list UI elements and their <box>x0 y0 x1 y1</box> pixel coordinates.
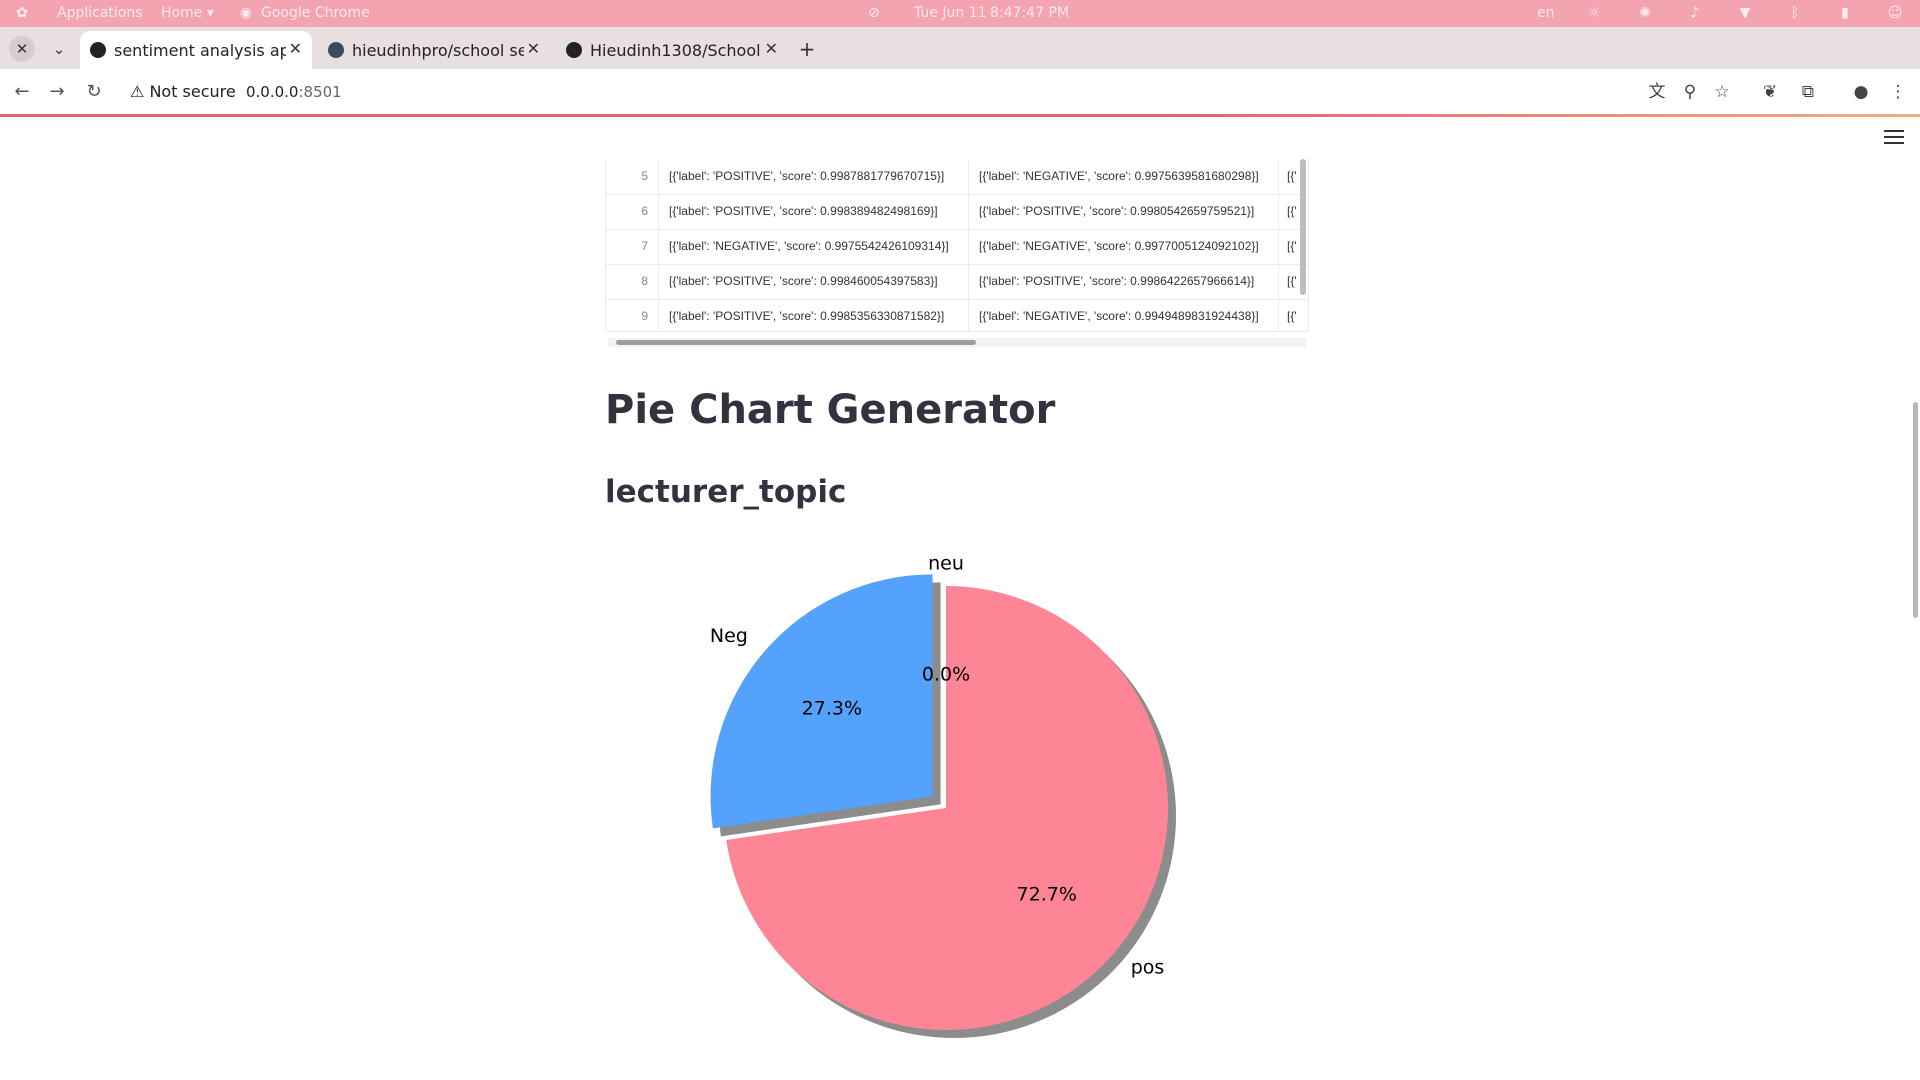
new-tab-plus-icon[interactable]: + <box>794 36 820 62</box>
table-cell[interactable]: [{'label': 'NEGATIVE', 'score': 0.997700… <box>968 229 1278 264</box>
tab-search-chevron-icon[interactable]: ⌄ <box>46 36 72 62</box>
tab-label: hieudinhpro/school se <box>352 41 524 60</box>
bookmark-star-icon[interactable]: ☆ <box>1710 80 1734 104</box>
pie-pct-pos: 72.7% <box>1017 884 1077 906</box>
battery-icon[interactable]: ▮ <box>1836 4 1854 22</box>
row-index: 9 <box>641 309 648 323</box>
table-vertical-scrollbar[interactable] <box>1300 159 1306 295</box>
table-horizontal-scrollbar[interactable] <box>608 338 1306 347</box>
table-cell[interactable]: [{'label': 'POSITIVE', 'score': 0.998535… <box>658 299 968 331</box>
tab-label: Hieudinh1308/School <box>590 41 761 60</box>
clock-date[interactable]: Tue Jun 11 <box>914 5 987 21</box>
back-arrow-icon[interactable]: ← <box>10 80 34 104</box>
chrome-menu-icon[interactable]: ⋮ <box>1886 80 1910 104</box>
table-cell[interactable]: [{'label': 'POSITIVE', 'score': 0.998054… <box>968 194 1278 229</box>
pie-chart: neu 0.0% Neg 27.3% pos 72.7% <box>710 552 1176 1038</box>
table-cell[interactable]: [{'label': 'POSITIVE', 'score': 0.998788… <box>658 159 968 194</box>
table-cell[interactable]: [{'label': 'NEGATIVE', 'score': 0.994948… <box>968 299 1278 331</box>
page-title: Pie Chart Generator <box>605 387 1056 433</box>
night-light-icon[interactable]: ✺ <box>1636 4 1654 22</box>
system-top-bar: ✿ Applications Home ▾ ◉ Google Chrome ⊘ … <box>0 0 1920 27</box>
zoom-icon[interactable]: ⚲ <box>1678 80 1702 104</box>
chrome-icon: ◉ <box>239 5 253 21</box>
pie-pct-neu: 0.0% <box>922 663 970 685</box>
table-cell[interactable]: [{'label': 'POSITIVE', 'score': 0.998460… <box>658 264 968 299</box>
security-label: Not secure <box>149 82 236 101</box>
tab-hieudinhpro-school[interactable]: hieudinhpro/school se ✕ <box>318 31 550 69</box>
table-cell[interactable]: [{'label': 'POSITIVE', 'score': 0.998389… <box>658 194 968 229</box>
table-cell[interactable]: [{'label': 'POSITIVE', 'score': 0.998642… <box>968 264 1278 299</box>
close-tab-icon[interactable]: ✕ <box>527 39 540 58</box>
no-notifications-icon[interactable]: ⊘ <box>865 4 883 22</box>
security-indicator[interactable]: ⚠ Not secure <box>130 82 236 101</box>
clock-time[interactable]: 8:47:47 PM <box>990 5 1069 21</box>
wifi-icon[interactable]: ▼ <box>1736 4 1754 22</box>
row-index: 5 <box>641 169 648 183</box>
close-window-icon[interactable]: ✕ <box>9 36 35 62</box>
close-tab-icon[interactable]: ✕ <box>765 39 778 58</box>
table-row: 6 [{'label': 'POSITIVE', 'score': 0.9983… <box>606 194 1308 230</box>
pie-label-pos: pos <box>1131 956 1165 978</box>
table-cell[interactable]: [{'label': 'NEGATIVE', 'score': 0.997554… <box>658 229 968 264</box>
extensions-puzzle-icon[interactable]: ⧉ <box>1796 80 1820 104</box>
applications-menu[interactable]: Applications <box>57 5 143 21</box>
tab-github-school[interactable]: Hieudinh1308/School ✕ <box>556 31 788 69</box>
tab-sentiment-analysis[interactable]: sentiment analysis ap ✕ <box>80 31 312 69</box>
tab-label: sentiment analysis ap <box>114 41 286 60</box>
row-index: 6 <box>641 204 648 218</box>
volume-icon[interactable]: ♪ <box>1686 4 1704 22</box>
translate-icon[interactable]: ⽂ <box>1645 80 1669 104</box>
url-host: 0.0.0.0 <box>246 83 299 101</box>
bluetooth-icon[interactable]: ᛒ <box>1786 4 1804 22</box>
row-index: 7 <box>641 239 648 253</box>
table-row: 5 [{'label': 'POSITIVE', 'score': 0.9987… <box>606 159 1308 195</box>
close-tab-icon[interactable]: ✕ <box>289 39 302 58</box>
browser-toolbar: ← → ↻ ⚠ Not secure 0.0.0.0:8501 ⽂ ⚲ ☆ ❦ … <box>0 69 1920 115</box>
table-row: 7 [{'label': 'NEGATIVE', 'score': 0.9975… <box>606 229 1308 265</box>
active-app-label[interactable]: Google Chrome <box>261 5 370 21</box>
row-index: 8 <box>641 274 648 288</box>
pie-label-neg: Neg <box>710 625 748 647</box>
dataframe-table[interactable]: 5 [{'label': 'POSITIVE', 'score': 0.9987… <box>605 159 1309 332</box>
page-scrollbar[interactable] <box>1913 402 1918 618</box>
address-bar[interactable]: ⚠ Not secure 0.0.0.0:8501 <box>118 74 1770 110</box>
forward-arrow-icon[interactable]: → <box>45 80 69 104</box>
reload-icon[interactable]: ↻ <box>82 80 106 104</box>
table-cell[interactable]: [{' <box>1278 299 1308 331</box>
huggingface-favicon-icon <box>328 42 344 58</box>
extension-ninja-icon[interactable]: ❦ <box>1758 80 1782 104</box>
brightness-icon[interactable]: ☼ <box>1585 4 1603 22</box>
chart-section-heading: lecturer_topic <box>605 474 847 510</box>
system-logo-icon[interactable]: ✿ <box>13 4 31 22</box>
table-row: 8 [{'label': 'POSITIVE', 'score': 0.9984… <box>606 264 1308 300</box>
user-icon[interactable]: ☺ <box>1886 4 1904 22</box>
streamlit-page: 5 [{'label': 'POSITIVE', 'score': 0.9987… <box>0 117 1920 1080</box>
github-favicon-icon <box>566 42 582 58</box>
tab-strip: ✕ ⌄ sentiment analysis ap ✕ hieudinhpro/… <box>0 27 1920 69</box>
scrollbar-thumb[interactable] <box>616 340 976 345</box>
pie-label-neu: neu <box>928 552 964 574</box>
profile-avatar-icon[interactable]: ● <box>1849 80 1873 104</box>
url-text[interactable]: 0.0.0.0:8501 <box>246 83 342 101</box>
table-row: 9 [{'label': 'POSITIVE', 'score': 0.9985… <box>606 299 1308 331</box>
keyboard-layout[interactable]: en <box>1537 5 1555 21</box>
pie-pct-neg: 27.3% <box>802 698 862 720</box>
table-cell[interactable]: [{'label': 'NEGATIVE', 'score': 0.997563… <box>968 159 1278 194</box>
home-menu[interactable]: Home ▾ <box>161 5 214 21</box>
hamburger-menu-icon[interactable] <box>1884 130 1904 146</box>
streamlit-favicon-icon <box>90 42 106 58</box>
url-port: :8501 <box>298 83 342 101</box>
